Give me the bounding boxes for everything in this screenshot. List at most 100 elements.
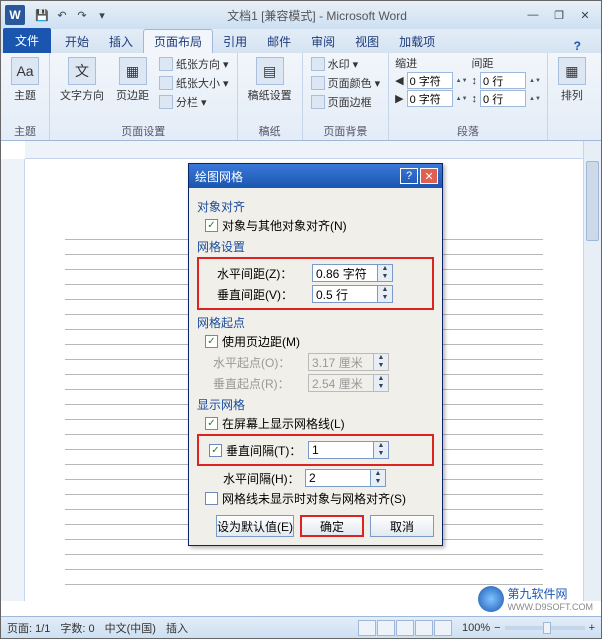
close-window-button[interactable]: ✕ (575, 7, 595, 23)
margins-icon: ▦ (119, 57, 147, 85)
status-bar: 页面: 1/1 字数: 0 中文(中国) 插入 100% − + (1, 616, 601, 638)
group-label-paper: 稿纸 (244, 122, 296, 140)
themes-label: 主题 (14, 87, 36, 103)
tab-home[interactable]: 开始 (55, 30, 99, 53)
tab-insert[interactable]: 插入 (99, 30, 143, 53)
checkbox-vertical-interval[interactable]: ✓ (209, 444, 222, 457)
zoom-level[interactable]: 100% (462, 622, 490, 634)
manuscript-label: 稿纸设置 (248, 87, 292, 103)
page-color-icon (311, 76, 325, 90)
zoom-in-button[interactable]: + (589, 622, 595, 634)
tab-review[interactable]: 审阅 (301, 30, 345, 53)
checkbox-use-margins[interactable]: ✓ (205, 335, 218, 348)
restore-button[interactable]: ❐ (549, 7, 569, 23)
themes-button[interactable]: Aa 主题 (7, 55, 43, 105)
spin-up-icon: ▲ (374, 354, 388, 362)
indent-left-input[interactable] (407, 72, 453, 89)
watermark-logo-icon (478, 586, 504, 612)
spin-down-icon[interactable]: ▼ (378, 294, 392, 302)
dialog-close-button[interactable]: ✕ (420, 168, 438, 184)
group-label-paragraph: 段落 (395, 122, 541, 140)
status-word-count[interactable]: 字数: 0 (60, 620, 94, 636)
tab-mailings[interactable]: 邮件 (257, 30, 301, 53)
view-draft[interactable] (434, 620, 452, 636)
checkbox-snap-hidden[interactable] (205, 492, 218, 505)
manuscript-button[interactable]: ▤稿纸设置 (244, 55, 296, 105)
text-direction-button[interactable]: 文文字方向 (56, 55, 108, 105)
vint-input[interactable] (308, 441, 374, 459)
spin-icon[interactable]: ▲▼ (529, 96, 541, 102)
view-buttons (358, 620, 452, 636)
spin-up-icon[interactable]: ▲ (378, 286, 392, 294)
vorigin-input (308, 374, 374, 392)
vspacing-input[interactable] (312, 285, 378, 303)
ribbon-group-paragraph: 缩进 ◀▲▼ ▶▲▼ 间距 ↕▲▼ ↕▲▼ 段落 (389, 53, 548, 140)
horizontal-ruler[interactable] (25, 141, 583, 159)
tab-file[interactable]: 文件 (3, 28, 51, 53)
dialog-titlebar[interactable]: 绘图网格 ? ✕ (189, 164, 442, 188)
window-controls: — ❐ ✕ (523, 7, 595, 23)
spin-icon[interactable]: ▲▼ (456, 78, 468, 84)
tab-page-layout[interactable]: 页面布局 (143, 29, 213, 53)
vertical-ruler[interactable] (1, 159, 25, 601)
checkbox-show-gridlines[interactable]: ✓ (205, 417, 218, 430)
page-border-icon (311, 95, 325, 109)
view-print-layout[interactable] (358, 620, 376, 636)
scrollbar-thumb[interactable] (586, 161, 599, 241)
default-button[interactable]: 设为默认值(E) (216, 515, 294, 537)
view-outline[interactable] (415, 620, 433, 636)
watermark-button[interactable]: 水印 ▾ (309, 55, 383, 73)
spin-icon[interactable]: ▲▼ (456, 96, 468, 102)
space-before-input[interactable] (480, 72, 526, 89)
vertical-scrollbar[interactable] (583, 141, 601, 601)
highlight-vertical-interval: ✓ 垂直间隔(T)： ▲▼ (197, 434, 434, 466)
space-after-input[interactable] (480, 90, 526, 107)
indent-right-input[interactable] (407, 90, 453, 107)
save-icon[interactable]: 💾 (33, 6, 51, 24)
orientation-button[interactable]: 纸张方向 ▾ (157, 55, 231, 73)
status-insert-mode[interactable]: 插入 (166, 620, 188, 636)
checkbox-align-objects[interactable]: ✓ (205, 219, 218, 232)
view-web[interactable] (396, 620, 414, 636)
qat-more-icon[interactable]: ▾ (93, 6, 111, 24)
margins-button[interactable]: ▦页边距 (112, 55, 153, 105)
spin-down-icon[interactable]: ▼ (378, 273, 392, 281)
columns-icon (159, 95, 173, 109)
hint-input[interactable] (305, 469, 371, 487)
undo-icon[interactable]: ↶ (53, 6, 71, 24)
paper-size-label: 纸张大小 ▾ (176, 75, 229, 91)
spin-up-icon[interactable]: ▲ (371, 470, 385, 478)
tab-references[interactable]: 引用 (213, 30, 257, 53)
zoom-thumb[interactable] (543, 622, 551, 634)
page-color-button[interactable]: 页面颜色 ▾ (309, 74, 383, 92)
zoom-slider[interactable] (505, 626, 585, 630)
vint-label: 垂直间隔(T)： (226, 442, 308, 459)
view-fullscreen[interactable] (377, 620, 395, 636)
watermark-name: 第九软件网 (508, 587, 568, 601)
group-label-arrange (554, 138, 590, 140)
hspacing-label: 水平间距(Z)： (217, 265, 312, 282)
spin-down-icon[interactable]: ▼ (371, 478, 385, 486)
arrange-button[interactable]: ▦排列 (554, 55, 590, 105)
spin-icon[interactable]: ▲▼ (529, 78, 541, 84)
spin-up-icon[interactable]: ▲ (374, 442, 388, 450)
tab-view[interactable]: 视图 (345, 30, 389, 53)
status-language[interactable]: 中文(中国) (105, 620, 156, 636)
spin-up-icon[interactable]: ▲ (378, 265, 392, 273)
ok-button[interactable]: 确定 (300, 515, 364, 537)
spin-down-icon[interactable]: ▼ (374, 450, 388, 458)
dialog-buttons: 设为默认值(E) 确定 取消 (197, 515, 434, 537)
page-border-button[interactable]: 页面边框 (309, 93, 383, 111)
status-page[interactable]: 页面: 1/1 (7, 620, 50, 636)
paper-size-button[interactable]: 纸张大小 ▾ (157, 74, 231, 92)
cancel-button[interactable]: 取消 (370, 515, 434, 537)
dialog-help-button[interactable]: ? (400, 168, 418, 184)
help-icon[interactable]: ? (574, 39, 581, 53)
zoom-out-button[interactable]: − (494, 622, 500, 634)
redo-icon[interactable]: ↷ (73, 6, 91, 24)
columns-button[interactable]: 分栏 ▾ (157, 93, 231, 111)
minimize-button[interactable]: — (523, 7, 543, 23)
vorigin-label: 垂直起点(R)： (213, 375, 308, 392)
tab-addins[interactable]: 加载项 (389, 30, 445, 53)
hspacing-input[interactable] (312, 264, 378, 282)
